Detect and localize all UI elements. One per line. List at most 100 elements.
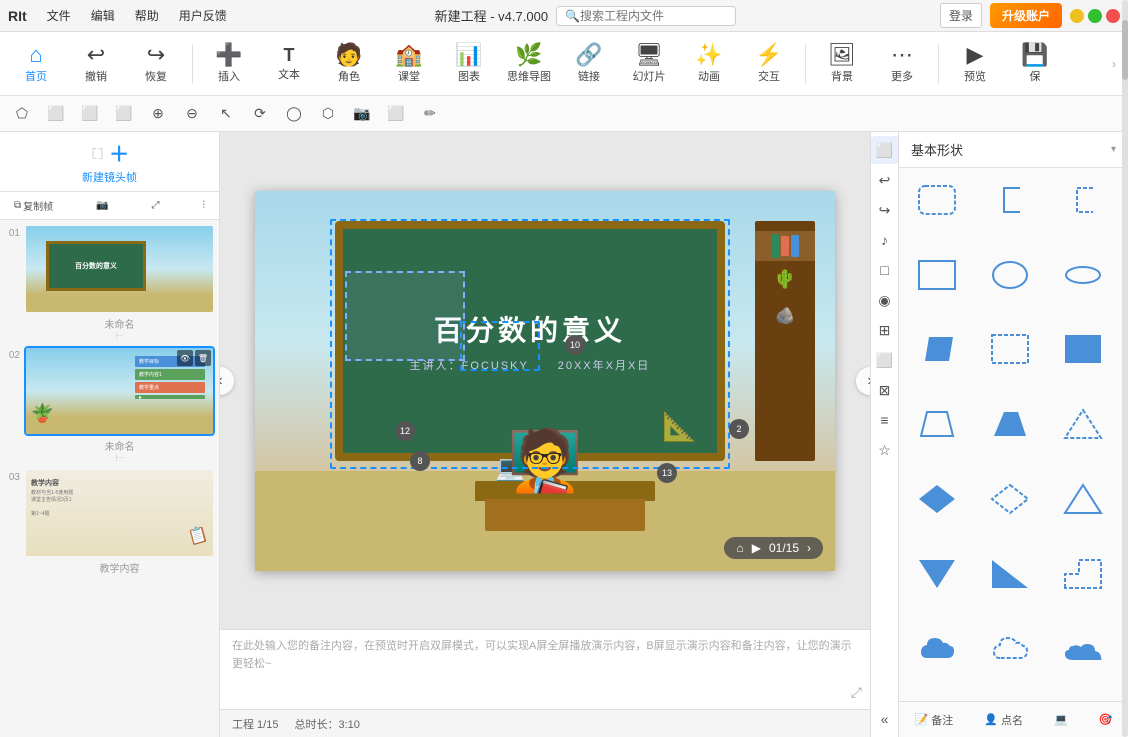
camera-btn[interactable]: 📷: [90, 198, 114, 213]
shape-cloud-outline[interactable]: [980, 624, 1040, 672]
toolbar-redo[interactable]: ↪ 恢复: [128, 36, 184, 92]
shape-trapezoid-sym[interactable]: [907, 400, 967, 448]
slide-thumbnail-2[interactable]: 教学目标 教学内容1 教学重点 ▸ 🪴 👁 🗑: [24, 346, 215, 436]
rt-panel[interactable]: ⬜: [871, 346, 899, 374]
login-button[interactable]: 登录: [940, 3, 982, 28]
shape-tool-zoom-in[interactable]: ⊕: [144, 100, 172, 128]
shape-tool-zoom-out[interactable]: ⊖: [178, 100, 206, 128]
shape-trapezoid[interactable]: [980, 400, 1040, 448]
shape-bracket-dotted[interactable]: [1053, 176, 1113, 224]
shape-rect-dotted2[interactable]: [980, 325, 1040, 373]
menu-edit[interactable]: 编辑: [87, 5, 119, 26]
rt-collapse-btn[interactable]: «: [871, 705, 899, 733]
rt-grid[interactable]: ⊞: [871, 316, 899, 344]
target-button[interactable]: 🎯: [1099, 713, 1113, 726]
shape-tool-hexagon[interactable]: ⬡: [314, 100, 342, 128]
shape-parallelogram[interactable]: [907, 325, 967, 373]
close-button[interactable]: ✕: [1106, 9, 1120, 23]
shape-tool-pen[interactable]: ✏: [416, 100, 444, 128]
shape-step[interactable]: [1053, 550, 1113, 598]
shape-right-triangle[interactable]: [980, 550, 1040, 598]
shape-diamond[interactable]: [907, 475, 967, 523]
rt-frame[interactable]: □: [871, 256, 899, 284]
shape-tool-pentagon[interactable]: ⬠: [8, 100, 36, 128]
rt-shapes[interactable]: ⬜: [871, 136, 899, 164]
toolbar-interact[interactable]: ⚡ 交互: [741, 36, 797, 92]
rt-redo[interactable]: ↪: [871, 196, 899, 224]
shape-tool-rotate[interactable]: ⟳: [246, 100, 274, 128]
shapes-panel-arrow[interactable]: ▾: [1111, 144, 1116, 155]
shape-bracket-left[interactable]: [980, 176, 1040, 224]
rt-star[interactable]: ☆: [871, 436, 899, 464]
shape-rect[interactable]: [907, 251, 967, 299]
backup-button[interactable]: 📝 备注: [915, 712, 954, 728]
toolbar-classroom[interactable]: 🏫 课堂: [381, 36, 437, 92]
menu-help[interactable]: 帮助: [131, 5, 163, 26]
menu-file[interactable]: 文件: [43, 5, 75, 26]
toolbar-animation[interactable]: ✨ 动画: [681, 36, 737, 92]
toolbar-mindmap-label: 思维导图: [507, 68, 551, 84]
shape-tool-rect2[interactable]: ⬜: [76, 100, 104, 128]
toolbar-character[interactable]: 🧑 角色: [321, 36, 377, 92]
toolbar-home[interactable]: ⌂ 首页: [8, 36, 64, 92]
rt-close[interactable]: ⊠: [871, 376, 899, 404]
shape-diamond-outline[interactable]: [980, 475, 1040, 523]
menu-feedback[interactable]: 用户反馈: [175, 5, 231, 26]
toolbar-chart[interactable]: 📊 图表: [441, 36, 497, 92]
add-frame-button[interactable]: ┌ ┐└ ┘ ＋ 新建镜头帧: [0, 132, 219, 192]
shape-triangle[interactable]: [1053, 475, 1113, 523]
nav-next-button[interactable]: ›: [856, 367, 870, 395]
upgrade-button[interactable]: 升级账户: [990, 3, 1062, 28]
shape-rounded-rect-dotted[interactable]: [907, 176, 967, 224]
slide-item-1[interactable]: 01 百分数的意义 未命名 ⊢: [4, 224, 215, 342]
shape-tool-arrow[interactable]: ↖: [212, 100, 240, 128]
toolbar-preview[interactable]: ▶ 预览: [947, 36, 1003, 92]
toolbar-background[interactable]: 🖼 背景: [814, 36, 870, 92]
slide-thumbnail-1[interactable]: 百分数的意义: [24, 224, 215, 314]
rt-layers[interactable]: ≡: [871, 406, 899, 434]
toolbar-undo[interactable]: ↩ 撤销: [68, 36, 124, 92]
maximize-button[interactable]: □: [1088, 9, 1102, 23]
rt-undo[interactable]: ↩: [871, 166, 899, 194]
shape-cloud[interactable]: [907, 624, 967, 672]
shape-tool-rect3[interactable]: ⬜: [110, 100, 138, 128]
toolbar-more[interactable]: ⋯ 更多: [874, 36, 930, 92]
shape-tool-circle[interactable]: ◯: [280, 100, 308, 128]
slide-thumbnail-3[interactable]: 教学内容 教材与当1-5使用题课堂主告情况3页1第1~4题 📋: [24, 468, 215, 558]
rollcall-button[interactable]: 👤 点名: [984, 712, 1023, 728]
toolbar-mindmap[interactable]: 🌿 思维导图: [501, 36, 557, 92]
copy-frame-button[interactable]: ⧉ 复制帧: [8, 196, 59, 215]
shape-triangle-filled[interactable]: [907, 550, 967, 598]
resize-btn[interactable]: ⤢: [146, 198, 166, 213]
toolbar-insert-label: 插入: [218, 68, 240, 84]
toolbar-collapse[interactable]: ›: [1112, 57, 1120, 71]
nav-prev-button[interactable]: ‹: [220, 367, 234, 395]
timeline-btn[interactable]: ⫶: [197, 198, 212, 213]
rt-target[interactable]: ◉: [871, 286, 899, 314]
shape-triangle-dotted[interactable]: [1053, 400, 1113, 448]
shape-oval[interactable]: [1053, 251, 1113, 299]
toolbar-save[interactable]: 💾 保: [1007, 36, 1063, 92]
shape-tool-rect-outline[interactable]: ⬜: [42, 100, 70, 128]
shape-solid-rect[interactable]: [1053, 325, 1113, 373]
toolbar-insert[interactable]: ➕ 插入: [201, 36, 257, 92]
thumb-eye-btn[interactable]: 👁: [177, 350, 193, 366]
minimize-button[interactable]: —: [1070, 9, 1084, 23]
shape-tool-camera[interactable]: 📷: [348, 100, 376, 128]
shape-circle[interactable]: [980, 251, 1040, 299]
notes-expand-button[interactable]: ⤢: [851, 684, 862, 701]
toolbar-sep-3: [938, 44, 939, 84]
shape-tool-frame[interactable]: ⬜: [382, 100, 410, 128]
screen-button[interactable]: 💻: [1054, 713, 1068, 726]
search-input[interactable]: [580, 9, 720, 23]
toolbar-text[interactable]: T 文本: [261, 36, 317, 92]
thumb-del-btn[interactable]: 🗑: [195, 350, 211, 366]
rt-music[interactable]: ♪: [871, 226, 899, 254]
slide-item-2[interactable]: 02 教学目标 教学内容1 教学重点 ▸: [4, 346, 215, 464]
search-box[interactable]: 🔍: [556, 6, 736, 26]
shape-cloud-right[interactable]: [1053, 624, 1113, 672]
slide-item-3[interactable]: 03 教学内容 教材与当1-5使用题课堂主告情况3页1第1~4题 📋 教学内容: [4, 468, 215, 575]
notes-text[interactable]: 在此处输入您的备注内容，在预览时开启双屏模式，可以实现A屏全屏播放演示内容，B屏…: [232, 638, 858, 673]
toolbar-slides[interactable]: 🖥 幻灯片: [621, 36, 677, 92]
toolbar-link[interactable]: 🔗 链接: [561, 36, 617, 92]
